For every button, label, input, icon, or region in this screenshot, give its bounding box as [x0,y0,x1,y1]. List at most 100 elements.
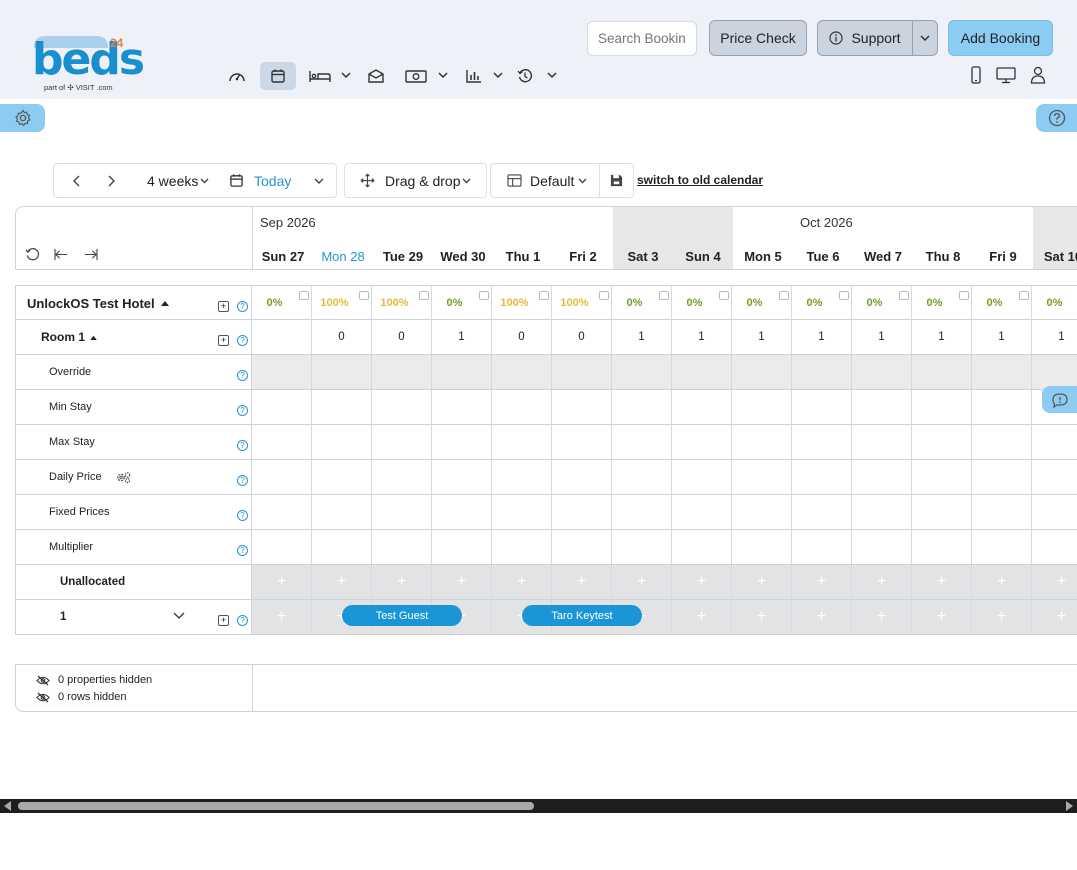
day-header-cell[interactable]: Fri 9 [973,207,1033,269]
booking-bar[interactable]: Test Guest [342,605,462,626]
settings-cell[interactable] [252,390,312,424]
settings-cell[interactable] [732,530,792,564]
horizontal-scrollbar[interactable] [0,799,1077,813]
day-header-cell[interactable]: Sat 10 [1033,207,1077,269]
help-icon[interactable]: ? [237,440,248,451]
scroll-left-arrow-icon[interactable] [3,801,13,811]
settings-cell[interactable] [252,495,312,529]
availability-cell[interactable]: 0 [372,320,432,354]
unit-cell[interactable]: + [852,600,912,634]
calendar-icon[interactable] [260,62,296,90]
availability-cell[interactable]: 1 [912,320,972,354]
settings-cell[interactable] [492,460,552,494]
settings-cell[interactable] [732,390,792,424]
note-icon[interactable] [599,291,609,300]
settings-cell[interactable] [852,460,912,494]
bed-icon[interactable] [302,62,338,90]
settings-cell[interactable] [732,355,792,389]
chat-tab[interactable] [1042,386,1077,413]
settings-cell[interactable] [912,530,972,564]
occupancy-cell[interactable]: 0% [612,286,672,320]
save-view-button[interactable] [610,164,623,197]
gears-icon[interactable] [116,471,131,489]
history-chevron-down-icon[interactable] [545,66,559,84]
settings-cell[interactable] [312,530,372,564]
support-dropdown-button[interactable] [912,20,938,56]
occupancy-cell[interactable]: 100% [552,286,612,320]
settings-cell[interactable] [852,530,912,564]
user-icon[interactable] [1027,64,1049,86]
collapse-left-icon[interactable] [54,248,69,261]
settings-cell[interactable] [972,355,1032,389]
settings-cell[interactable] [972,495,1032,529]
unallocated-cell[interactable]: + [372,565,432,599]
add-booking-button[interactable]: Add Booking [948,20,1053,56]
availability-cell[interactable]: 1 [732,320,792,354]
note-icon[interactable] [659,291,669,300]
settings-cell[interactable] [792,390,852,424]
note-icon[interactable] [779,291,789,300]
help-icon[interactable]: ? [237,335,248,346]
help-icon[interactable]: ? [237,510,248,521]
unallocated-cell[interactable]: + [852,565,912,599]
day-header-cell[interactable]: Mon 5 [733,207,793,269]
settings-cell[interactable] [852,355,912,389]
day-header-cell[interactable]: Sat 3 [613,207,673,269]
availability-cell[interactable]: 1 [432,320,492,354]
settings-cell[interactable] [612,495,672,529]
occupancy-cell[interactable]: 0% [672,286,732,320]
settings-cell[interactable] [372,495,432,529]
settings-cell[interactable] [432,530,492,564]
settings-cell[interactable] [972,460,1032,494]
settings-cell[interactable] [792,495,852,529]
today-button[interactable]: Today [229,164,291,197]
settings-cell[interactable] [612,460,672,494]
settings-cell[interactable] [372,530,432,564]
chevron-down-icon[interactable] [173,612,185,619]
settings-cell[interactable] [552,390,612,424]
settings-cell[interactable] [552,530,612,564]
reset-icon[interactable] [25,247,40,262]
day-header-cell[interactable]: Sun 4 [673,207,733,269]
availability-cell[interactable]: 1 [852,320,912,354]
money-icon[interactable] [398,62,434,90]
settings-cell[interactable] [912,390,972,424]
settings-cell[interactable] [492,390,552,424]
desktop-icon[interactable] [995,64,1017,86]
note-icon[interactable] [419,291,429,300]
day-header-cell[interactable]: Wed 7 [853,207,913,269]
hidden-properties-line[interactable]: 0 properties hidden [36,674,152,686]
settings-cell[interactable] [432,355,492,389]
unit-cell[interactable]: + [972,600,1032,634]
help-icon[interactable]: ? [237,615,248,626]
settings-cell[interactable] [612,390,672,424]
search-bookings-input[interactable] [587,21,697,56]
settings-cell[interactable] [312,355,372,389]
settings-cell[interactable] [552,355,612,389]
settings-cell[interactable] [372,390,432,424]
view-select[interactable]: Default [507,164,587,197]
booking-bar[interactable]: Taro Keytest [522,605,642,626]
dashboard-icon[interactable] [219,62,255,90]
availability-cell[interactable]: 1 [792,320,852,354]
note-icon[interactable] [1019,291,1029,300]
settings-cell[interactable] [372,460,432,494]
occupancy-cell[interactable]: 0% [972,286,1032,320]
note-icon[interactable] [899,291,909,300]
settings-cell[interactable] [1032,425,1077,459]
availability-cell[interactable]: 0 [312,320,372,354]
mobile-icon[interactable] [965,64,987,86]
occupancy-cell[interactable]: 100% [372,286,432,320]
unit-cell[interactable]: + [672,600,732,634]
money-chevron-down-icon[interactable] [436,66,450,84]
settings-cell[interactable] [732,460,792,494]
note-icon[interactable] [299,291,309,300]
settings-cell[interactable] [672,390,732,424]
scrollbar-thumb[interactable] [18,802,534,810]
occupancy-cell[interactable]: 0% [432,286,492,320]
bed-chevron-down-icon[interactable] [339,66,353,84]
settings-cell[interactable] [852,495,912,529]
settings-cell[interactable] [912,355,972,389]
settings-cell[interactable] [312,425,372,459]
settings-cell[interactable] [432,390,492,424]
